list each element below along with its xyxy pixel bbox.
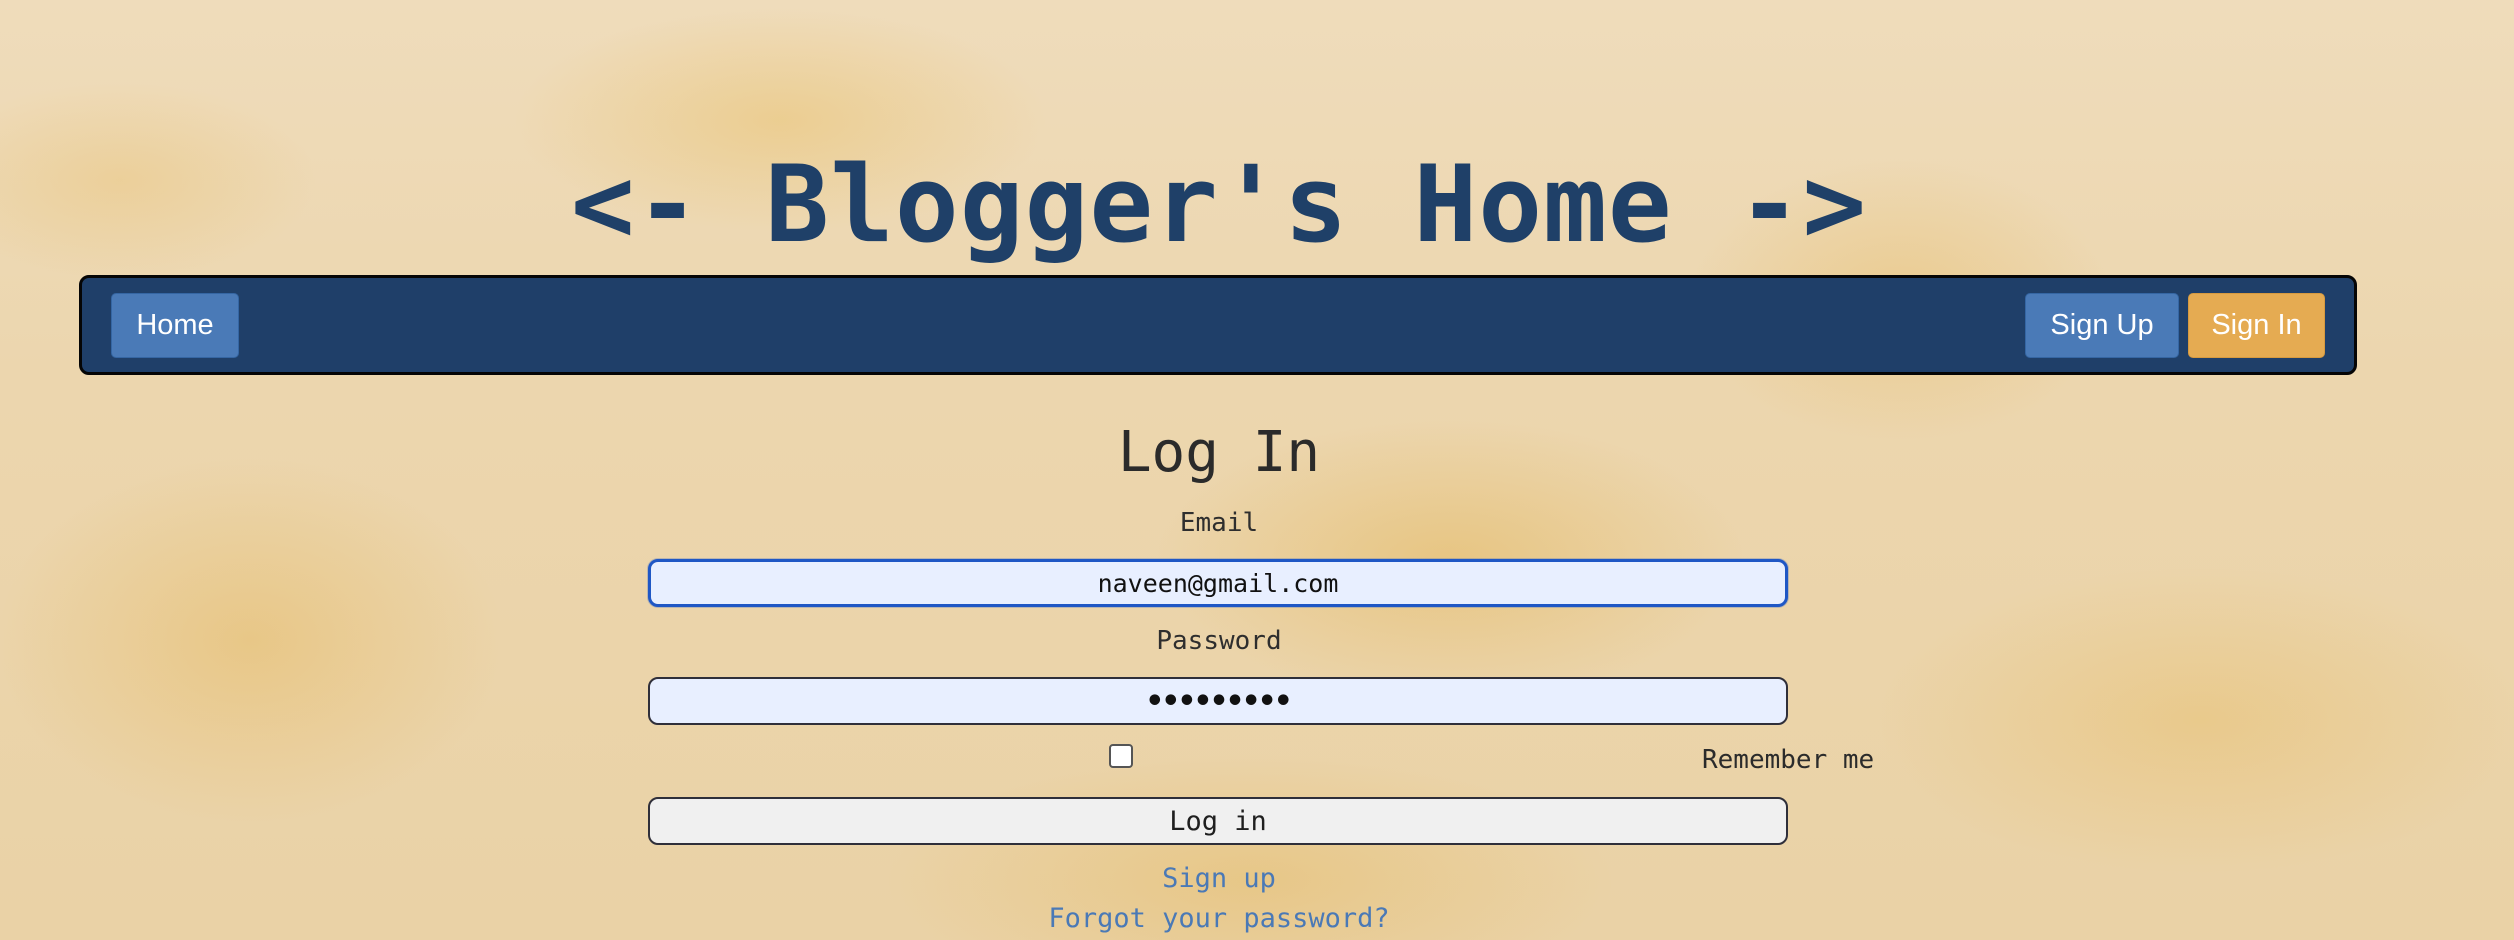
- site-title: <- Blogger's Home ->: [570, 143, 1868, 266]
- password-field[interactable]: •••••••••: [648, 677, 1788, 725]
- sign-in-button[interactable]: Sign In: [2188, 293, 2325, 358]
- password-label: Password: [1156, 626, 1282, 656]
- sign-up-button[interactable]: Sign Up: [2025, 293, 2179, 358]
- email-label: Email: [1179, 508, 1259, 538]
- sign-up-link[interactable]: Sign up: [1162, 863, 1276, 894]
- remember-me-checkbox[interactable]: [1109, 744, 1133, 768]
- email-field[interactable]: naveen@gmail.com: [648, 559, 1788, 607]
- sign-up-link-row: Sign up: [0, 861, 2438, 897]
- forgot-password-link-row: Forgot your password?: [0, 901, 2438, 937]
- forgot-password-link[interactable]: Forgot your password?: [1048, 903, 1389, 934]
- home-button[interactable]: Home: [111, 293, 239, 358]
- login-heading: Log In: [1117, 420, 1321, 485]
- remember-me-label: Remember me: [1702, 745, 1875, 775]
- navbar: Home Sign Up Sign In: [79, 275, 2357, 375]
- log-in-button[interactable]: Log in: [648, 797, 1788, 845]
